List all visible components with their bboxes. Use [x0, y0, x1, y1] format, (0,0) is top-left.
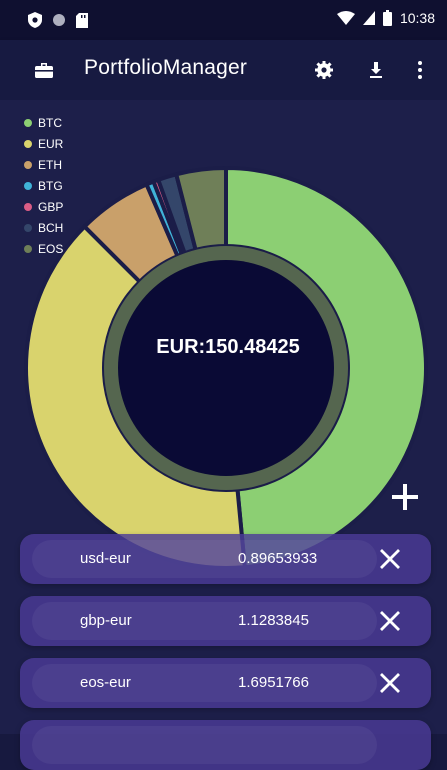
battery-icon	[382, 10, 392, 26]
legend-item: BCH	[24, 219, 63, 236]
wifi-icon	[336, 11, 355, 25]
settings-icon[interactable]	[312, 58, 336, 82]
rate-item: usd-eur 0.89653933	[20, 534, 431, 584]
legend-item: EOS	[24, 240, 63, 257]
legend-dot-icon	[24, 202, 32, 211]
app-title: PortfolioManager	[84, 56, 248, 79]
chart-center-hole	[118, 260, 334, 476]
shield-icon	[28, 12, 42, 28]
rate-item: gbp-eur 1.1283845	[20, 596, 431, 646]
legend-dot-icon	[24, 244, 32, 253]
rate-name: usd-eur	[80, 550, 131, 567]
legend-item: ETH	[24, 156, 63, 173]
status-left-icons	[28, 12, 88, 28]
legend-dot-icon	[24, 181, 32, 190]
legend-label: GBP	[38, 199, 64, 214]
legend-item: BTC	[24, 114, 63, 131]
status-bar: 10:38	[0, 0, 447, 40]
add-button[interactable]	[388, 480, 422, 514]
legend-dot-icon	[24, 160, 32, 169]
legend-label: BCH	[38, 220, 64, 235]
rate-name: eos-eur	[80, 674, 131, 691]
close-icon[interactable]	[378, 671, 402, 695]
sd-card-icon	[76, 12, 88, 28]
legend-dot-icon	[24, 139, 32, 148]
legend-item: GBP	[24, 198, 63, 215]
rate-value: 0.89653933	[238, 550, 318, 567]
legend-label: EOS	[38, 241, 64, 256]
legend-label: BTG	[38, 178, 63, 193]
legend-label: EUR	[38, 136, 64, 151]
close-icon[interactable]	[378, 609, 402, 633]
status-time: 10:38	[399, 10, 435, 26]
more-vert-icon[interactable]	[408, 58, 432, 82]
chart-legend: BTC EUR ETH BTG GBP BCH EOS	[24, 114, 63, 257]
legend-dot-icon	[24, 223, 32, 232]
portfolio-total-label: EUR:150.48425	[156, 336, 300, 358]
download-icon[interactable]	[364, 58, 388, 82]
legend-item: EUR	[24, 135, 63, 152]
rate-value: 1.6951766	[238, 674, 309, 691]
legend-label: BTC	[38, 115, 62, 130]
app-bar: PortfolioManager	[0, 40, 447, 100]
signal-icon	[362, 11, 375, 25]
circle-icon	[53, 14, 65, 26]
rate-value: 1.1283845	[238, 612, 309, 629]
rate-name: gbp-eur	[80, 612, 132, 629]
rate-pill	[32, 726, 377, 764]
legend-item: BTG	[24, 177, 63, 194]
rate-item: eos-eur 1.6951766	[20, 658, 431, 708]
status-right-icons: 10:38	[336, 10, 435, 26]
legend-dot-icon	[24, 118, 32, 127]
legend-label: ETH	[38, 157, 62, 172]
close-icon[interactable]	[378, 547, 402, 571]
rate-item	[20, 720, 431, 770]
briefcase-icon[interactable]	[32, 58, 56, 82]
